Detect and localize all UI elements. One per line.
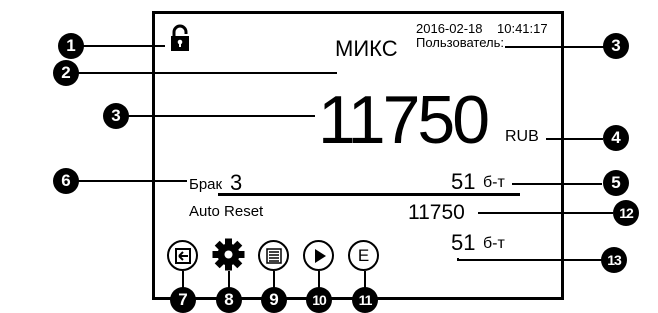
auto-reset-unit: б-т xyxy=(483,235,505,252)
settings-button[interactable] xyxy=(212,238,245,271)
auto-reset-label: Auto Reset xyxy=(189,203,264,220)
auto-reset-amount: 11750 xyxy=(408,201,465,224)
user-label: Пользователь: xyxy=(416,35,504,50)
callout-badge: 3 xyxy=(603,33,629,59)
callout-badge: 6 xyxy=(53,168,79,194)
callout-badge: 8 xyxy=(216,287,242,313)
pieces-count: 51 xyxy=(451,169,476,194)
total-amount: 11750 xyxy=(318,82,490,158)
callout-line-3-user xyxy=(505,46,605,48)
menu-button[interactable] xyxy=(258,240,289,271)
exit-button[interactable] xyxy=(167,240,198,271)
currency-label: RUB xyxy=(505,128,539,145)
callout-badge: 3 xyxy=(103,103,129,129)
gear-icon xyxy=(212,238,245,271)
status-date: 2016-02-18 xyxy=(416,21,483,36)
pieces-unit: б-т xyxy=(483,174,505,191)
callout-badge: 9 xyxy=(261,287,287,313)
callout-badge: 10 xyxy=(306,287,332,313)
callout-badge: 5 xyxy=(603,170,629,196)
play-icon xyxy=(314,248,326,263)
callout-line-13b xyxy=(457,259,602,261)
callout-line-12 xyxy=(478,212,613,214)
status-time: 10:41:17 xyxy=(497,21,548,36)
callout-badge: 11 xyxy=(352,287,378,313)
callout-badge: 13 xyxy=(601,247,627,273)
callout-badge: 7 xyxy=(170,287,196,313)
callout-badge: 4 xyxy=(603,125,629,151)
e-button[interactable]: E xyxy=(348,240,379,271)
callout-badge: 12 xyxy=(613,200,639,226)
callout-line-5 xyxy=(512,183,602,185)
callout-badge: 1 xyxy=(58,33,84,59)
callout-line-4 xyxy=(546,138,603,140)
reject-label: Брак xyxy=(189,176,223,193)
callout-line-1 xyxy=(80,45,165,47)
auto-reset-count: 51 xyxy=(451,230,476,255)
callout-badge: 2 xyxy=(53,60,79,86)
callout-line-2 xyxy=(75,72,337,74)
separator-line xyxy=(218,193,520,196)
play-button[interactable] xyxy=(303,240,334,271)
lock-icon[interactable] xyxy=(169,24,191,52)
callout-line-6 xyxy=(75,180,187,182)
menu-list-icon xyxy=(265,247,282,264)
exit-icon xyxy=(174,247,191,264)
callout-line-3-total xyxy=(125,115,315,117)
e-icon: E xyxy=(357,246,370,265)
mode-label: МИКС xyxy=(335,36,398,61)
